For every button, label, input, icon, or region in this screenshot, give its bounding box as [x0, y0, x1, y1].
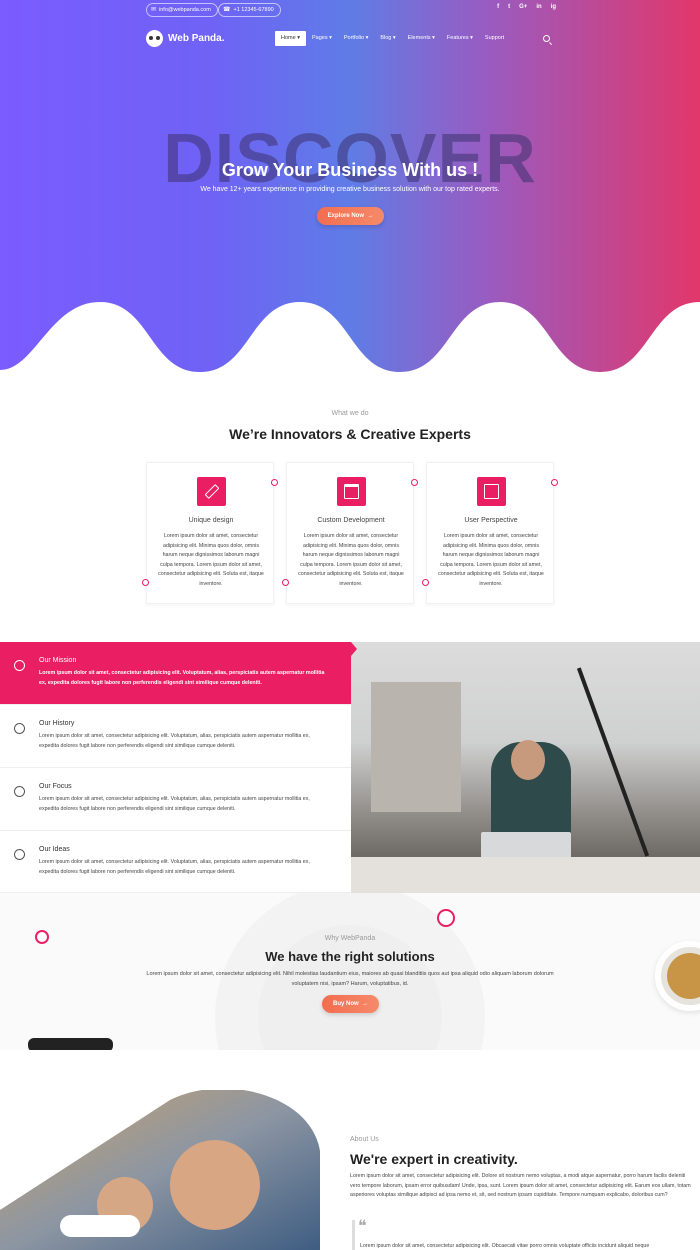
phone-icon: ☎: [223, 7, 231, 13]
hero-title: Grow Your Business With us !: [221, 160, 479, 180]
why-title: We have the right solutions: [265, 949, 435, 964]
browser-window-icon: [337, 477, 366, 506]
feature-tab-history[interactable]: Our History Lorem ipsum dolor sit amet, …: [0, 705, 351, 768]
card-title: Unique design: [188, 517, 234, 524]
service-card-custom-development: Custom Development Lorem ipsum dolor sit…: [286, 462, 414, 604]
linkedin-icon[interactable]: in: [536, 4, 541, 10]
email-text: info@webpanda.com: [159, 7, 211, 13]
quote-mark-icon: ❝: [358, 1218, 367, 1235]
feature-title: Our Focus: [39, 783, 72, 790]
feature-title: Our Mission: [39, 657, 77, 664]
brand-logo[interactable]: Web Panda.: [146, 30, 225, 47]
pencil-icon: [197, 477, 226, 506]
instagram-icon[interactable]: ig: [551, 4, 556, 10]
sliders-icon: [477, 477, 506, 506]
brand-name: Web Panda.: [168, 33, 225, 44]
button-label: Explore Now: [327, 213, 364, 219]
decor-ring: [271, 479, 278, 486]
feature-text: Lorem ipsum dolor sit amet, consectetur …: [39, 796, 310, 812]
target-icon: [14, 660, 25, 671]
services-eyebrow: What we do: [331, 410, 369, 417]
service-card-unique-design: Unique design Lorem ipsum dolor sit amet…: [146, 462, 274, 604]
nav-item-elements[interactable]: Elements ▾: [402, 31, 441, 46]
hero-wave: [0, 302, 700, 380]
nav-label: Portfolio: [343, 35, 365, 41]
feature-tab-mission[interactable]: Our Mission Lorem ipsum dolor sit amet, …: [0, 642, 351, 705]
chess-knight-icon: [14, 786, 25, 797]
nav-item-portfolio[interactable]: Portfolio ▾: [338, 31, 374, 46]
card-title: User Perspective: [464, 517, 518, 524]
lightbulb-icon: [14, 849, 25, 860]
facebook-icon[interactable]: f: [497, 4, 499, 10]
quote-bar: [352, 1220, 355, 1250]
card-title: Custom Development: [317, 517, 385, 524]
decor-ring: [551, 479, 558, 486]
button-label: Buy Now: [332, 1001, 359, 1007]
why-text: Lorem ipsum dolor sit amet, consectetur …: [146, 971, 554, 987]
about-text: Lorem ipsum dolor sit amet, consectetur …: [350, 1173, 691, 1198]
feature-text: Lorem ipsum dolor sit amet, consectetur …: [39, 859, 310, 875]
feature-title: Our Ideas: [39, 846, 70, 853]
nav-label: Support: [484, 35, 505, 41]
panda-logo-icon: [146, 30, 163, 47]
nav-label: Elements: [407, 35, 431, 41]
lightbulb-icon: [14, 723, 25, 734]
google-plus-icon[interactable]: G+: [519, 4, 527, 10]
feature-text: Lorem ipsum dolor sit amet, consectetur …: [39, 733, 310, 749]
twitter-icon[interactable]: t: [508, 4, 510, 10]
nav-label: Blog: [380, 35, 392, 41]
office-photo: [351, 642, 700, 893]
feature-text: Lorem ipsum dolor sit amet, consectetur …: [39, 670, 325, 686]
envelope-icon: ✉: [151, 7, 157, 13]
decor-ring: [282, 579, 289, 586]
active-tab-pointer: [351, 642, 357, 656]
decor-ring: [411, 479, 418, 486]
decor-ring: [142, 579, 149, 586]
decor-ring: [437, 909, 455, 927]
why-section: Why WebPanda We have the right solutions…: [0, 893, 700, 1050]
nav-item-pages[interactable]: Pages ▾: [306, 31, 338, 46]
nav-menu: Home ▾ Pages ▾ Portfolio ▾ Blog ▾ Elemen…: [275, 31, 510, 46]
phone-link[interactable]: ☎ +1 12345-67890: [218, 3, 281, 17]
feature-tab-focus[interactable]: Our Focus Lorem ipsum dolor sit amet, co…: [0, 768, 351, 831]
hero-section: ✉ info@webpanda.com ☎ +1 12345-67890 f t…: [0, 0, 700, 380]
phone-image: [28, 1038, 113, 1050]
card-text: Lorem ipsum dolor sit amet, consectetur …: [298, 533, 404, 587]
services-title: We’re Innovators & Creative Experts: [229, 426, 471, 442]
nav-label: Home: [281, 35, 296, 41]
nav-label: Features: [446, 35, 469, 41]
service-card-user-perspective: User Perspective Lorem ipsum dolor sit a…: [426, 462, 554, 604]
arrow-right-icon: →: [365, 213, 374, 219]
top-bar: ✉ info@webpanda.com ☎ +1 12345-67890 f t…: [0, 0, 700, 20]
arrow-right-icon: →: [360, 1001, 368, 1007]
card-text: Lorem ipsum dolor sit amet, consectetur …: [158, 533, 264, 587]
about-image-shape: [0, 1090, 320, 1250]
social-links: f t G+ in ig: [497, 4, 556, 10]
phone-text: +1 12345-67890: [233, 7, 274, 13]
nav-item-home[interactable]: Home ▾: [275, 31, 306, 46]
about-title: We're expert in creativity.: [350, 1151, 518, 1167]
nav-item-support[interactable]: Support: [479, 31, 510, 46]
about-eyebrow: About Us: [350, 1136, 379, 1143]
about-image: [0, 1090, 320, 1250]
hero-subtitle: We have 12+ years experience in providin…: [200, 186, 500, 193]
nav-item-blog[interactable]: Blog ▾: [374, 31, 401, 46]
decor-ring: [422, 579, 429, 586]
card-text: Lorem ipsum dolor sit amet, consectetur …: [438, 533, 544, 587]
feature-tab-ideas[interactable]: Our Ideas Lorem ipsum dolor sit amet, co…: [0, 831, 351, 893]
search-icon[interactable]: [543, 35, 550, 42]
main-nav: Web Panda. Home ▾ Pages ▾ Portfolio ▾ Bl…: [0, 28, 700, 50]
buy-now-button[interactable]: Buy Now →: [322, 995, 379, 1013]
explore-now-button[interactable]: Explore Now →: [317, 207, 384, 225]
why-eyebrow: Why WebPanda: [324, 935, 376, 942]
email-link[interactable]: ✉ info@webpanda.com: [146, 3, 218, 17]
about-quote: Lorem ipsum dolor sit amet, consectetur …: [360, 1243, 650, 1249]
feature-title: Our History: [39, 720, 75, 727]
nav-item-features[interactable]: Features ▾: [441, 31, 479, 46]
nav-label: Pages: [311, 35, 328, 41]
